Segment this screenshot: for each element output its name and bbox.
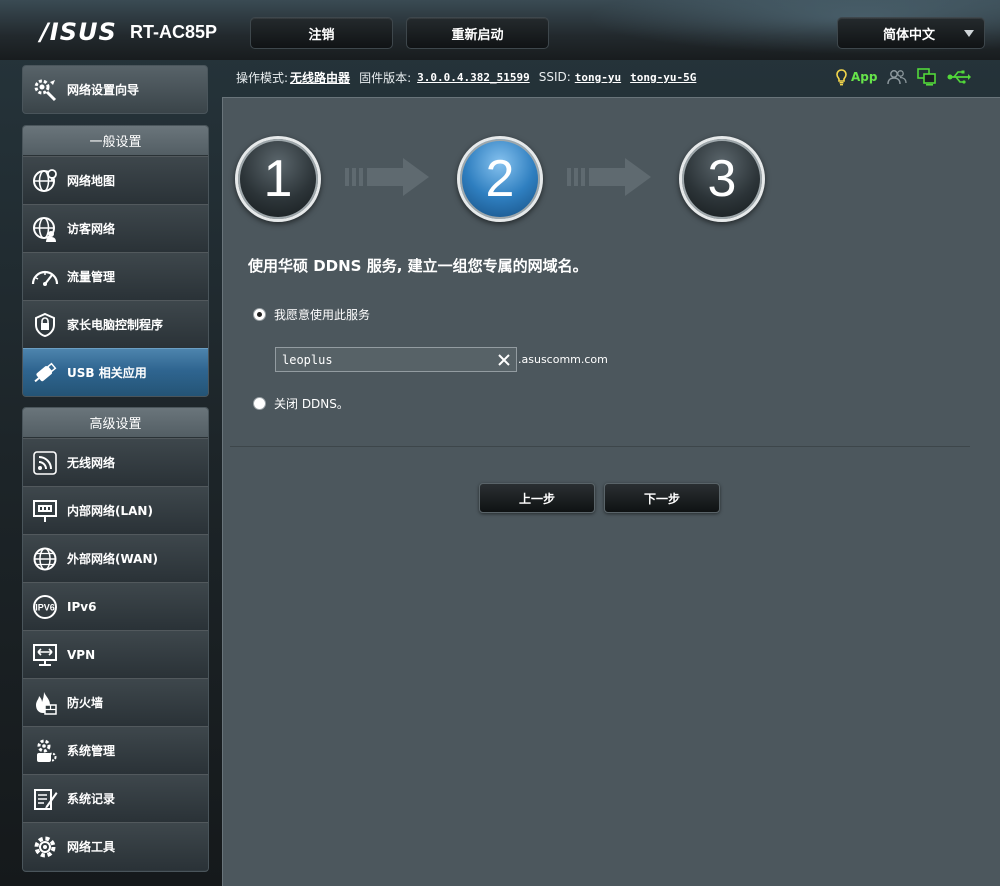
step-3-indicator: 3	[679, 136, 765, 222]
enable-ddns-option[interactable]: 我愿意使用此服务	[253, 306, 370, 323]
ssid-label: SSID:	[538, 70, 571, 84]
divider	[230, 446, 970, 447]
app-label: App	[851, 70, 878, 84]
general-settings-title: 一般设置	[23, 126, 208, 156]
language-select-value: 简体中文	[883, 27, 936, 43]
quick-setup-label: 网络设置向导	[67, 83, 140, 97]
sidebar-item-label: 网络地图	[67, 174, 116, 188]
sidebar-item-label: 访客网络	[67, 222, 116, 236]
usb-application-icon	[31, 359, 59, 387]
previous-button[interactable]: 上一步	[479, 483, 595, 513]
sidebar-item-lan[interactable]: 内部网络(LAN)	[23, 486, 208, 534]
sidebar-item-wireless[interactable]: 无线网络	[23, 438, 208, 486]
sidebar-item-label: 内部网络(LAN)	[67, 504, 153, 518]
step-2-indicator: 2	[457, 136, 543, 222]
chevron-down-icon	[964, 30, 974, 37]
system-log-icon	[31, 785, 59, 813]
sidebar-item-administration[interactable]: 系统管理	[23, 726, 208, 774]
operation-mode-label: 操作模式:	[236, 70, 289, 85]
hostname-input[interactable]	[276, 348, 494, 371]
domain-suffix: .asuscomm.com	[518, 353, 608, 366]
internet-connected-icon	[917, 68, 937, 86]
wan-icon	[31, 545, 59, 573]
sidebar-item-label: 流量管理	[67, 270, 116, 284]
language-select[interactable]: 简体中文	[837, 17, 985, 49]
step-1-indicator: 1	[235, 136, 321, 222]
sidebar-item-wan[interactable]: 外部网络(WAN)	[23, 534, 208, 582]
sidebar-item-vpn[interactable]: VPN	[23, 630, 208, 678]
sidebar-item-label: IPv6	[67, 599, 97, 614]
sidebar-item-label: USB 相关应用	[67, 366, 147, 380]
disable-ddns-label: 关闭 DDNS。	[274, 397, 349, 411]
parental-control-icon	[31, 311, 59, 339]
internet-status[interactable]	[917, 68, 937, 86]
sidebar-item-label: 系统管理	[67, 744, 116, 758]
sidebar-item-guest-network[interactable]: 访客网络	[23, 204, 208, 252]
sidebar-item-ipv6[interactable]: IPV6 IPv6	[23, 582, 208, 630]
clients-status[interactable]	[887, 69, 908, 86]
main-content: 1 2 3 使用华硕 DDNS 服务, 建立一组您专属的网域名。 我愿意使用此服…	[222, 97, 1000, 886]
sidebar-item-traffic-manager[interactable]: 流量管理	[23, 252, 208, 300]
sidebar-item-parental-controls[interactable]: 家长电脑控制程序	[23, 300, 208, 348]
sidebar-item-network-tools[interactable]: 网络工具	[23, 822, 208, 870]
lan-icon	[31, 497, 59, 525]
network-tools-icon	[31, 833, 59, 861]
disable-ddns-radio[interactable]	[253, 397, 266, 410]
vpn-icon	[31, 641, 59, 669]
usb-connected-icon	[947, 70, 972, 84]
svg-text:IPV6: IPV6	[35, 602, 55, 612]
quick-internet-setup-button[interactable]: 网络设置向导	[22, 65, 208, 114]
sidebar-item-label: 无线网络	[67, 456, 116, 470]
advanced-settings-title: 高级设置	[23, 408, 208, 438]
step-arrow-icon	[567, 158, 651, 196]
sidebar-item-label: 家长电脑控制程序	[67, 318, 164, 332]
firewall-icon	[31, 689, 59, 717]
firmware-version-link[interactable]: 3.0.0.4.382_51599	[417, 71, 530, 84]
app-status[interactable]: App	[836, 68, 878, 86]
asus-logo: /ISUS	[40, 18, 117, 46]
firmware-label: 固件版本:	[359, 70, 412, 85]
wireless-icon	[31, 449, 59, 477]
usb-status[interactable]	[947, 69, 972, 85]
general-settings-panel: 一般设置 网络地图 访客网络 流量管理 家长电脑控制程序 USB 相关应用	[22, 125, 209, 397]
reboot-button[interactable]: 重新启动	[406, 17, 549, 49]
operation-mode-link[interactable]: 无线路由器	[290, 69, 350, 86]
sidebar-item-label: 外部网络(WAN)	[67, 552, 158, 566]
logout-button[interactable]: 注销	[250, 17, 393, 49]
clear-icon[interactable]	[494, 350, 514, 370]
ddns-description: 使用华硕 DDNS 服务, 建立一组您专属的网域名。	[248, 257, 588, 275]
ssid-5g-link[interactable]: tong-yu-5G	[630, 71, 696, 84]
step-arrow-icon	[345, 158, 429, 196]
next-button[interactable]: 下一步	[604, 483, 720, 513]
administration-icon	[31, 737, 59, 765]
traffic-manager-icon	[31, 263, 59, 291]
sidebar-item-label: 系统记录	[67, 792, 116, 806]
enable-ddns-label: 我愿意使用此服务	[274, 308, 371, 322]
guest-network-icon	[31, 215, 59, 243]
lightbulb-icon	[836, 68, 847, 85]
sidebar-item-label: 防火墙	[67, 696, 104, 710]
status-icons: App	[836, 66, 981, 88]
sidebar-item-firewall[interactable]: 防火墙	[23, 678, 208, 726]
ssid-24g-link[interactable]: tong-yu	[575, 71, 621, 84]
top-header: /ISUS RT-AC85P 注销 重新启动 简体中文	[0, 0, 1000, 60]
advanced-settings-panel: 高级设置 无线网络 内部网络(LAN) 外部网络(WAN) IPV6 IPv6 …	[22, 407, 209, 872]
disable-ddns-option[interactable]: 关闭 DDNS。	[253, 395, 349, 412]
sidebar-item-label: VPN	[67, 647, 96, 662]
sidebar-item-usb-application[interactable]: USB 相关应用	[23, 348, 208, 396]
network-map-icon	[31, 167, 59, 195]
ipv6-icon: IPV6	[31, 593, 59, 621]
status-info-bar: 操作模式: 无线路由器 固件版本: 3.0.0.4.382_51599 SSID…	[236, 68, 696, 86]
clients-icon	[887, 69, 908, 84]
hostname-field[interactable]	[275, 347, 517, 372]
sidebar-item-system-log[interactable]: 系统记录	[23, 774, 208, 822]
enable-ddns-radio[interactable]	[253, 308, 266, 321]
setup-wizard-icon	[31, 76, 59, 104]
router-model: RT-AC85P	[130, 22, 218, 42]
sidebar-item-label: 网络工具	[67, 840, 116, 854]
sidebar-item-network-map[interactable]: 网络地图	[23, 156, 208, 204]
